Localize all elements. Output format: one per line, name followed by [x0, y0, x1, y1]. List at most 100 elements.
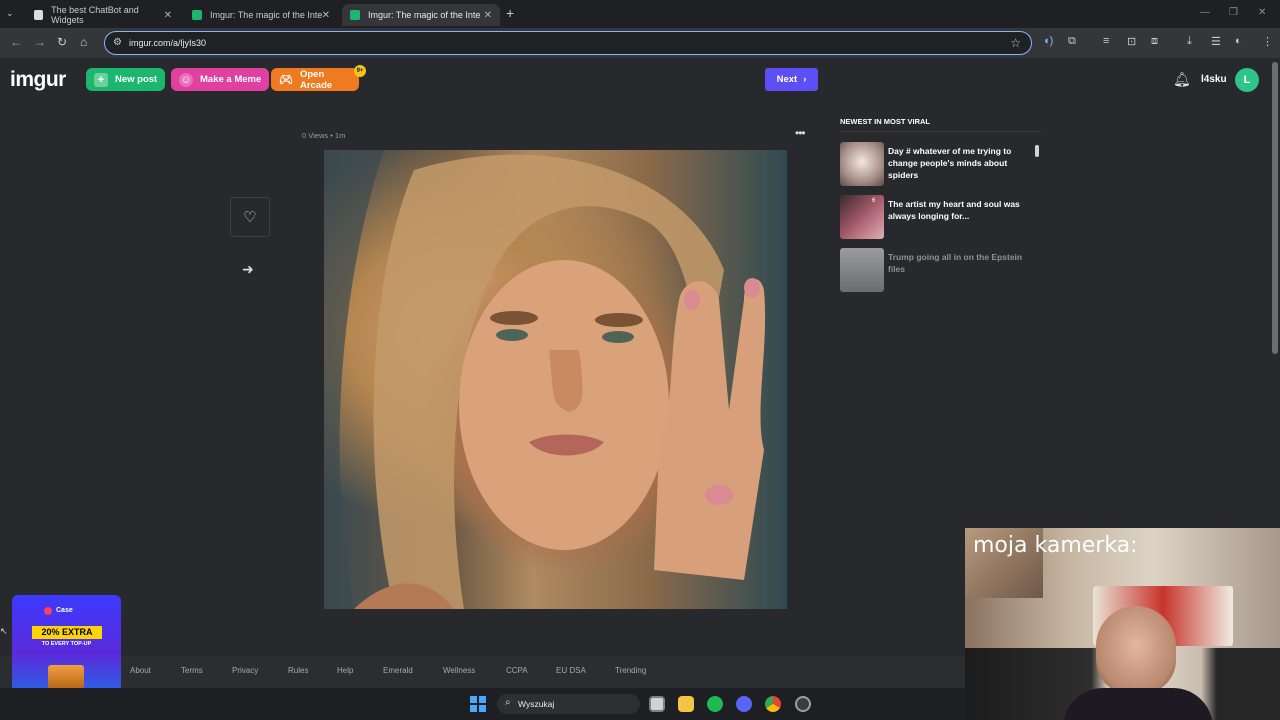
spotify-icon[interactable]	[707, 696, 723, 712]
person-sweater	[1063, 688, 1213, 720]
make-meme-label: Make a Meme	[200, 74, 262, 85]
minimize-icon[interactable]: —	[1200, 7, 1210, 18]
footer-link-rules[interactable]: Rules	[288, 666, 308, 675]
footer-link-help[interactable]: Help	[337, 666, 353, 675]
chrome-icon[interactable]	[765, 696, 781, 712]
file-explorer-icon[interactable]	[678, 696, 694, 712]
browser-tab-title: Imgur: The magic of the Interne	[368, 10, 480, 20]
footer-link-about[interactable]: About	[130, 666, 151, 675]
extensions-icon[interactable]: ⧉	[1068, 35, 1076, 48]
sidebar-post-title: Trump going all in on the Epstein files	[888, 252, 1023, 274]
translate-icon[interactable]: ⧈	[1151, 35, 1158, 48]
close-window-icon[interactable]: ✕	[1258, 7, 1266, 18]
sidebar-post-title: Day # whatever of me trying to change pe…	[888, 146, 1012, 180]
menu-icon[interactable]: ⋮	[1262, 35, 1273, 48]
sidebar-post-item[interactable]: Trump going all in on the Epstein files	[840, 248, 1041, 298]
tab-search-icon[interactable]: ≡	[1103, 35, 1109, 47]
home-icon[interactable]: ⌂	[80, 35, 87, 49]
bookmark-star-icon[interactable]: ☆	[1010, 36, 1021, 50]
new-post-button[interactable]: + New post	[86, 68, 166, 91]
site-info-icon[interactable]: ⚙	[113, 37, 122, 48]
browser-tab-1[interactable]: The best ChatBot and Widgets ✕	[26, 4, 180, 26]
screenshot-icon[interactable]: ⊡	[1127, 35, 1136, 48]
open-arcade-label: Open Arcade	[299, 68, 333, 91]
next-post-button[interactable]: Next ›	[765, 68, 818, 91]
meme-face-icon: ☺	[179, 72, 193, 87]
footer-link-emerald[interactable]: Emerald	[383, 666, 413, 675]
task-view-icon[interactable]	[649, 696, 665, 712]
read-aloud-icon[interactable]: ◖)	[1043, 35, 1053, 47]
open-arcade-button[interactable]: 🎮︎ Open Arcade	[271, 68, 359, 91]
ad-logo-icon	[44, 607, 52, 615]
reload-icon[interactable]: ↻	[57, 35, 67, 49]
new-tab-icon[interactable]: +	[506, 5, 514, 21]
browser-tabbar: ⌄ The best ChatBot and Widgets ✕ Imgur: …	[0, 0, 1280, 28]
make-meme-button[interactable]: ☺ Make a Meme	[171, 68, 270, 91]
page-scrollbar[interactable]	[1272, 62, 1278, 354]
footer-link-eu-dsa[interactable]: EU DSA	[556, 666, 586, 675]
sidebar-post-item[interactable]: 6 The artist my heart and soul was alway…	[840, 195, 1041, 245]
album-count-badge: 6	[872, 198, 876, 204]
heart-icon: ♡	[243, 209, 257, 226]
tab-close-icon[interactable]: ✕	[484, 10, 492, 21]
advertisement-banner[interactable]: Case 20% EXTRA TO EVERY TOP-UP	[12, 595, 121, 693]
taskbar-search-box[interactable]: ⌕ Wyszukaj	[497, 694, 640, 714]
post-image[interactable]	[324, 150, 787, 609]
download-icon[interactable]: ⤓	[1187, 35, 1192, 48]
sidebar-post-title: The artist my heart and soul was always …	[888, 199, 1020, 221]
ad-brand: Case	[56, 607, 73, 614]
next-label: Next	[776, 74, 798, 85]
share-arrow-icon[interactable]: ➜	[242, 261, 254, 278]
arcade-notification-badge: 9+	[354, 65, 366, 77]
browser-tab-title: The best ChatBot and Widgets	[51, 5, 139, 25]
treasure-chest-icon	[48, 665, 84, 689]
mouse-cursor-icon: ↖	[0, 626, 8, 636]
back-icon[interactable]: ←	[10, 35, 22, 49]
footer-link-terms[interactable]: Terms	[181, 666, 203, 675]
tab-close-icon[interactable]: ✕	[164, 10, 172, 21]
notifications-bell-icon[interactable]: 🔔︎	[1173, 71, 1191, 88]
footer-link-wellness[interactable]: Wellness	[443, 666, 475, 675]
imgur-logo[interactable]: imgur	[10, 68, 66, 92]
steam-icon[interactable]	[795, 696, 811, 712]
footer-link-trending[interactable]: Trending	[615, 666, 646, 675]
tab-favicon-icon	[34, 10, 44, 20]
profile-icon[interactable]: ◐	[1235, 35, 1242, 47]
tab-close-icon[interactable]: ✕	[322, 10, 330, 21]
reading-list-icon[interactable]: ☰	[1211, 35, 1221, 48]
chevron-right-icon: ›	[803, 74, 807, 85]
avatar[interactable]: L	[1235, 68, 1259, 92]
windows-start-icon[interactable]	[470, 696, 486, 712]
browser-tab-title: Imgur: The magic of the Interne	[209, 10, 322, 20]
forward-icon[interactable]: →	[34, 35, 46, 49]
footer-link-ccpa[interactable]: CCPA	[506, 666, 528, 675]
portrait-illustration	[324, 150, 766, 609]
webcam-label: moja kamerka:	[973, 533, 1138, 558]
post-meta: 0 Views • 1m	[302, 131, 346, 140]
new-post-label: New post	[115, 74, 158, 85]
site-header: imgur + New post ☺ Make a Meme 🎮︎ Open A…	[0, 58, 1270, 102]
browser-tab-2[interactable]: Imgur: The magic of the Interne ✕	[184, 4, 338, 26]
webcam-overlay: moja kamerka:	[965, 528, 1280, 720]
footer-link-privacy[interactable]: Privacy	[232, 666, 258, 675]
address-url[interactable]: imgur.com/a/ljyIs30	[129, 38, 206, 48]
imgur-favicon-icon	[192, 10, 202, 20]
person-face	[1096, 606, 1176, 694]
tab-list-icon[interactable]: ⌄	[6, 8, 14, 19]
ad-subtext: TO EVERY TOP-UP	[41, 641, 92, 647]
post-thumbnail	[840, 195, 884, 239]
imgur-favicon-icon	[350, 10, 360, 20]
maximize-icon[interactable]: ❐	[1229, 7, 1238, 18]
sidebar-scroll-indicator[interactable]	[1035, 145, 1039, 157]
like-heart-button[interactable]: ♡	[230, 197, 270, 237]
browser-tab-3[interactable]: Imgur: The magic of the Interne ✕	[342, 4, 500, 26]
gamepad-icon: 🎮︎	[279, 74, 293, 86]
browser-toolbar: ← → ↻ ⌂ ⚙ imgur.com/a/ljyIs30 ☆ ◖) ⧉ ≡ ⊡…	[0, 28, 1280, 58]
post-thumbnail	[840, 248, 884, 292]
taskbar-search-placeholder: Wyszukaj	[518, 699, 555, 709]
address-bar[interactable]: ⚙ imgur.com/a/ljyIs30 ☆	[104, 31, 1032, 55]
discord-icon[interactable]	[736, 696, 752, 712]
sidebar-post-item[interactable]: Day # whatever of me trying to change pe…	[840, 142, 1041, 192]
post-options-icon[interactable]: •••	[795, 126, 806, 140]
username[interactable]: l4sku	[1201, 74, 1227, 85]
